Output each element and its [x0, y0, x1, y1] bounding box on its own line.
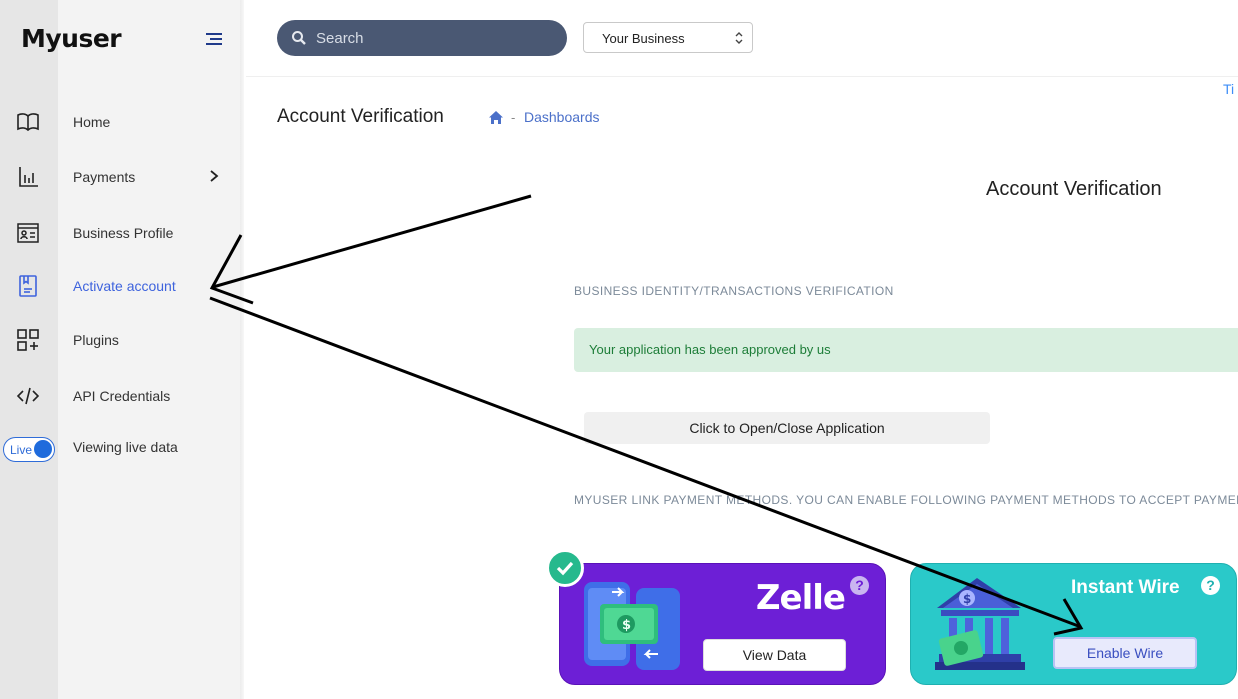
id-card-icon — [17, 223, 39, 243]
bank-building-illustration-icon: $ — [935, 578, 1025, 670]
enable-wire-button[interactable]: Enable Wire — [1053, 637, 1197, 669]
cash-phone-illustration-icon: $ — [584, 582, 680, 670]
business-select-value: Your Business — [602, 31, 685, 46]
home-icon[interactable] — [488, 110, 504, 125]
sidebar-item-plugins[interactable]: Plugins — [0, 320, 240, 360]
book-icon — [17, 113, 39, 132]
select-arrows-icon — [735, 32, 743, 44]
approval-alert-text: Your application has been approved by us — [589, 342, 831, 357]
chevron-right-icon — [210, 170, 219, 182]
sidebar-item-business-profile[interactable]: Business Profile — [0, 213, 240, 253]
live-data-label: Viewing live data — [73, 439, 178, 455]
header-divider — [246, 76, 1238, 77]
sidebar-item-label: Activate account — [73, 278, 176, 294]
menu-toggle-icon[interactable] — [203, 30, 225, 48]
live-mode-toggle[interactable]: Live — [3, 437, 55, 462]
help-icon[interactable]: ? — [1201, 576, 1220, 595]
bar-chart-icon — [19, 167, 38, 187]
zelle-logo-text: Zelle — [755, 578, 846, 618]
app-logo[interactable]: Myuser — [21, 24, 122, 53]
sidebar-item-label: API Credentials — [73, 388, 171, 404]
identity-verification-label: BUSINESS IDENTITY/TRANSACTIONS VERIFICAT… — [574, 284, 894, 298]
instant-wire-title: Instant Wire — [1071, 577, 1180, 598]
svg-text:$: $ — [963, 592, 971, 606]
payment-methods-label: MYUSER LINK PAYMENT METHODS. YOU CAN ENA… — [574, 493, 1238, 507]
sidebar-item-label: Business Profile — [73, 225, 174, 241]
sidebar-divider — [240, 0, 244, 699]
enabled-check-icon — [546, 549, 584, 587]
live-toggle-label: Live — [10, 443, 33, 457]
sidebar-item-label: Payments — [73, 169, 136, 185]
svg-text:$: $ — [622, 618, 631, 633]
instant-wire-card: $ Instant Wire ? Enable Wire — [910, 563, 1237, 685]
sidebar-item-activate-account[interactable]: Activate account — [0, 266, 240, 306]
breadcrumb-separator: - — [511, 110, 516, 125]
approval-alert: Your application has been approved by us — [574, 328, 1238, 372]
sidebar-item-payments[interactable]: Payments — [0, 157, 240, 197]
search-placeholder: Search — [316, 30, 364, 47]
section-title: Account Verification — [986, 178, 1162, 200]
sidebar-item-label: Home — [73, 114, 111, 130]
help-icon[interactable]: ? — [850, 576, 869, 595]
zelle-card: $ Zelle ? View Data — [559, 563, 886, 685]
search-icon — [292, 31, 306, 45]
code-icon — [16, 387, 40, 405]
toggle-application-button[interactable]: Click to Open/Close Application — [584, 412, 990, 444]
grid-plus-icon — [17, 329, 39, 351]
view-data-button[interactable]: View Data — [703, 639, 846, 671]
breadcrumb-dashboards-link[interactable]: Dashboards — [524, 109, 600, 125]
sidebar: Myuser Home Payments Business Profile Ac… — [0, 0, 244, 699]
toggle-knob — [34, 440, 52, 458]
business-select[interactable]: Your Business — [583, 22, 753, 53]
corner-link[interactable]: Ti — [1223, 81, 1234, 97]
sidebar-item-label: Plugins — [73, 332, 119, 348]
search-input[interactable]: Search — [277, 20, 567, 56]
document-icon — [19, 275, 37, 297]
sidebar-item-api-credentials[interactable]: API Credentials — [0, 376, 240, 416]
page-title: Account Verification — [277, 106, 444, 127]
sidebar-item-home[interactable]: Home — [0, 102, 240, 142]
